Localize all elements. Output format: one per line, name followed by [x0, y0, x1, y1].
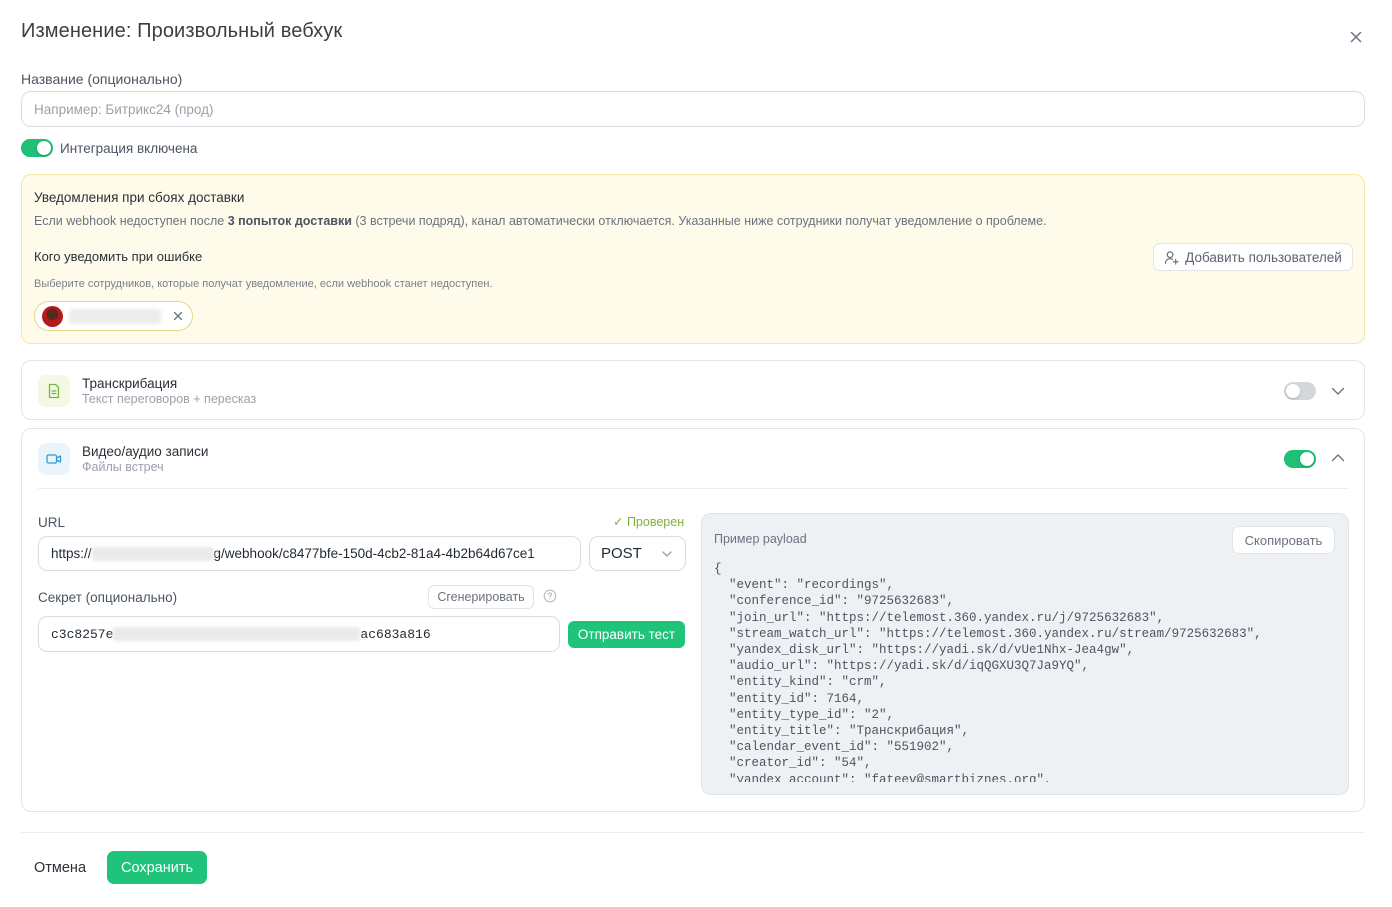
recordings-subtitle: Файлы встреч	[82, 460, 164, 474]
url-prefix: https://	[51, 546, 92, 561]
notice-description-start: Если webhook недоступен после	[34, 214, 228, 228]
notice-description: Если webhook недоступен после 3 попыток …	[34, 214, 1047, 228]
delivery-failure-notice: Уведомления при сбоях доставки Если webh…	[21, 174, 1365, 344]
url-suffix: g/webhook/c8477bfe-150d-4cb2-81a4-4b2b64…	[213, 546, 535, 561]
secret-label: Секрет (опционально)	[38, 590, 178, 605]
name-input[interactable]	[21, 91, 1365, 127]
notify-hint: Выберите сотрудников, которые получат ув…	[34, 278, 493, 290]
transcription-title: Транскрибация	[82, 376, 178, 391]
save-button[interactable]: Сохранить	[107, 851, 207, 884]
generate-secret-button[interactable]: Сгенерировать	[428, 585, 534, 609]
toggle-knob	[1286, 384, 1300, 398]
recordings-section: Видео/аудио записи Файлы встреч URL ✓ Пр…	[21, 428, 1365, 812]
recordings-toggle[interactable]	[1284, 450, 1316, 468]
notice-description-bold: 3 попыток доставки	[227, 214, 352, 228]
payload-code[interactable]: { "event": "recordings", "conference_id"…	[714, 561, 1340, 782]
notice-title: Уведомления при сбоях доставки	[34, 190, 245, 205]
secret-input[interactable]: c3c8257e ac683a816	[38, 616, 560, 652]
name-field-label: Название (опционально)	[21, 71, 183, 87]
secret-redacted	[113, 627, 361, 641]
close-icon[interactable]	[1346, 27, 1366, 47]
section-divider	[38, 488, 1348, 489]
transcription-toggle[interactable]	[1284, 382, 1316, 400]
add-users-label: Добавить пользователей	[1185, 249, 1342, 265]
integration-enabled-label: Интеграция включена	[60, 141, 198, 156]
edit-webhook-dialog: Изменение: Произвольный вебхук Название …	[0, 0, 1392, 907]
verified-status: ✓ Проверен	[613, 515, 685, 529]
webhook-url-input[interactable]: https:// g/webhook/c8477bfe-150d-4cb2-81…	[38, 536, 581, 571]
toggle-knob	[1300, 452, 1314, 466]
cancel-button[interactable]: Отмена	[23, 852, 97, 884]
add-user-icon	[1164, 250, 1179, 265]
send-test-button[interactable]: Отправить тест	[568, 621, 685, 648]
copy-payload-button[interactable]: Скопировать	[1232, 526, 1335, 554]
remove-user-icon[interactable]	[171, 309, 185, 323]
payload-title: Пример payload	[714, 532, 807, 546]
chevron-up-icon[interactable]	[1329, 449, 1347, 467]
user-name-redacted	[69, 309, 161, 324]
transcription-section[interactable]: Транскрибация Текст переговоров + переск…	[21, 360, 1365, 420]
url-redacted	[91, 546, 214, 561]
chevron-down-icon[interactable]	[1329, 382, 1347, 400]
http-method-select[interactable]: POST	[589, 536, 686, 571]
notify-who-label: Кого уведомить при ошибке	[34, 249, 203, 264]
user-avatar	[42, 306, 63, 327]
notice-description-end: (3 встречи подряд), канал автоматически …	[351, 214, 1047, 228]
url-label: URL	[38, 515, 66, 530]
integration-enabled-toggle[interactable]	[21, 139, 53, 157]
http-method-value: POST	[601, 545, 642, 562]
secret-suffix: ac683a816	[360, 626, 431, 642]
selected-user-chip	[34, 301, 193, 331]
document-icon	[38, 375, 70, 407]
secret-prefix: c3c8257e	[51, 626, 114, 642]
dialog-title: Изменение: Произвольный вебхук	[21, 20, 343, 42]
payload-example-panel: Пример payload Скопировать { "event": "r…	[701, 513, 1349, 795]
chevron-down-icon	[662, 550, 672, 557]
add-users-button[interactable]: Добавить пользователей	[1153, 243, 1353, 271]
transcription-subtitle: Текст переговоров + пересказ	[82, 392, 257, 406]
toggle-knob	[37, 141, 51, 155]
footer-divider	[21, 832, 1365, 833]
video-icon	[38, 443, 70, 475]
recordings-title: Видео/аудио записи	[82, 444, 209, 459]
help-icon[interactable]	[543, 589, 557, 603]
